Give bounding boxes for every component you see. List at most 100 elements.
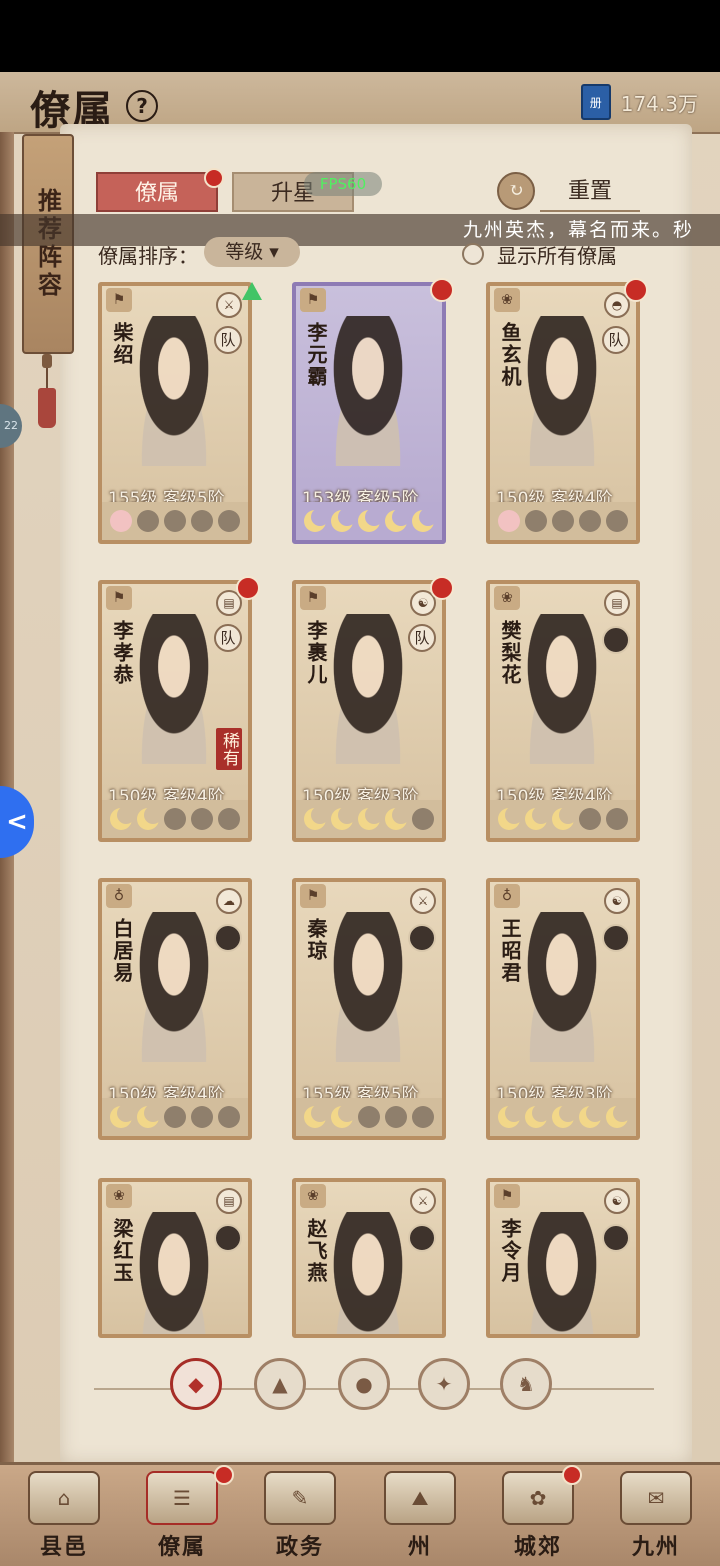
retainer-card[interactable]: ⚑ ▤ 队 稀有 李孝恭 150级 客级4阶 (98, 580, 252, 842)
faction-icon: ⚑ (300, 884, 326, 908)
moon-icon (578, 1104, 604, 1128)
retainer-name: 赵飞燕 (304, 1218, 328, 1284)
help-icon[interactable]: ? (126, 90, 158, 122)
star-moons (490, 800, 636, 838)
cloud-icon: ☁ (216, 888, 242, 914)
show-all-radio[interactable] (462, 243, 484, 265)
retainer-name: 柴绍 (110, 322, 134, 366)
moon-icon (357, 806, 383, 830)
retainer-name: 李令月 (498, 1218, 522, 1284)
retainer-name: 鱼玄机 (498, 322, 522, 388)
moon-icon (605, 1104, 631, 1128)
retainer-name: 樊梨花 (498, 620, 522, 686)
map-scroll-icon: ✉ (620, 1471, 692, 1525)
book-icon: ▤ (216, 1188, 242, 1214)
retainer-name: 李裹儿 (304, 620, 328, 686)
notification-dot (624, 278, 648, 302)
retainer-card[interactable]: ❀ ▤ 梁红玉 (98, 1178, 252, 1338)
reset-icon[interactable]: ↻ (497, 172, 535, 210)
portrait-image (318, 316, 418, 466)
faction-icon: ⚑ (106, 288, 132, 312)
currency-value: 174.3万 (620, 91, 698, 116)
moon-icon (384, 508, 410, 532)
tassel-icon (36, 354, 58, 434)
moon-icon (498, 806, 524, 830)
sort-dropdown[interactable]: 等级 ▾ (204, 237, 300, 267)
portrait-image (512, 316, 612, 466)
portrait-image (318, 614, 418, 764)
filter-horse-icon[interactable]: ♞ (500, 1358, 552, 1410)
partner-avatar (408, 1224, 436, 1252)
faction-icon: ⚑ (494, 1184, 520, 1208)
moon-icon (137, 806, 163, 830)
show-all-label[interactable]: 显示所有僚属 (497, 240, 617, 269)
moon-icon (304, 508, 330, 532)
bottom-navigation: ⌂ 县邑 ☰ 僚属 ✎ 政务 ⛰ 州 ✿ 城郊 ✉ 九州 (0, 1462, 720, 1566)
nav-retainers[interactable]: ☰ 僚属 (132, 1471, 232, 1561)
notification-dot (204, 168, 224, 188)
retainer-card[interactable]: ⚑ ☯ 队 李裹儿 150级 客级3阶 (292, 580, 446, 842)
nav-label: 州 (407, 1534, 432, 1560)
nav-affairs[interactable]: ✎ 政务 (250, 1471, 350, 1561)
retainer-name: 李元霸 (304, 322, 328, 388)
rare-badge: 稀有 (216, 728, 242, 770)
moon-icon (217, 510, 240, 532)
moon-icon (217, 1106, 240, 1128)
filter-gourd-icon[interactable]: ● (338, 1358, 390, 1410)
star-moons (490, 1098, 636, 1136)
app-root: 僚属 ? 册 174.3万 22 < 推荐阵容 僚属 升星 FPS60 ↻ 重置… (0, 72, 720, 1566)
moon-icon (525, 806, 551, 830)
fan-icon: ❀ (106, 1184, 132, 1208)
moon-icon (190, 1106, 213, 1128)
notification-dot (430, 576, 454, 600)
star-moons (102, 1098, 248, 1136)
fps-counter: FPS60 (304, 172, 382, 196)
city-gate-icon: ⌂ (28, 1471, 100, 1525)
retainer-card[interactable]: ♁ ☁ 白居易 150级 客级4阶 (98, 878, 252, 1140)
portrait-image (318, 1212, 418, 1334)
star-moons (102, 800, 248, 838)
portrait-image (124, 316, 224, 466)
moon-icon (411, 1106, 434, 1128)
nav-label: 城郊 (513, 1534, 562, 1560)
moon-icon (331, 806, 357, 830)
team-badge: 队 (214, 326, 242, 354)
filter-fan-icon[interactable]: ✦ (418, 1358, 470, 1410)
retainer-card[interactable]: ⚑ ☯ 李令月 (486, 1178, 640, 1338)
sword-icon: ⚔ (410, 1188, 436, 1214)
tab-retainers[interactable]: 僚属 (96, 172, 218, 212)
retainer-card[interactable]: ⚑ ⚔ 队 柴绍 155级 客级5阶 (98, 282, 252, 544)
nav-nine-provinces[interactable]: ✉ 九州 (606, 1471, 706, 1561)
nav-county[interactable]: ⌂ 县邑 (14, 1471, 114, 1561)
portrait-image (124, 614, 224, 764)
team-badge: 队 (602, 326, 630, 354)
nav-province[interactable]: ⛰ 州 (370, 1471, 470, 1561)
nav-label: 九州 (631, 1534, 680, 1560)
retainer-card[interactable]: ⚑ 李元霸 153级 客级5阶 (292, 282, 446, 544)
faction-icon: ⚑ (300, 288, 326, 312)
notification-dot (430, 278, 454, 302)
partner-avatar (602, 626, 630, 654)
faction-icon: ⚑ (300, 586, 326, 610)
floating-assistant-button[interactable]: < (0, 786, 34, 858)
moon-icon (411, 808, 434, 830)
retainer-card[interactable]: ♁ ☯ 王昭君 150级 客级3阶 (486, 878, 640, 1140)
moon-icon (110, 806, 136, 830)
notification-dot (236, 576, 260, 600)
sword-icon: ⚔ (216, 292, 242, 318)
retainer-card[interactable]: ❀ ⚔ 赵飞燕 (292, 1178, 446, 1338)
filter-faction-icon[interactable]: ▲ (254, 1358, 306, 1410)
filter-all-icon[interactable]: ◆ (170, 1358, 222, 1410)
moon-icon (217, 808, 240, 830)
notification-dot (562, 1465, 582, 1485)
reset-button[interactable]: 重置 (540, 174, 640, 212)
retainer-card[interactable]: ❀ ▤ 樊梨花 150级 客级4阶 (486, 580, 640, 842)
portrait-image (512, 1212, 612, 1334)
retainer-card[interactable]: ❀ ◓ 队 鱼玄机 150级 客级4阶 (486, 282, 640, 544)
nav-label: 政务 (275, 1534, 324, 1560)
moon-icon (163, 808, 186, 830)
side-collapse-tab[interactable]: 22 (0, 404, 22, 448)
retainer-card[interactable]: ⚑ ⚔ 秦琼 155级 客级5阶 (292, 878, 446, 1140)
currency-display[interactable]: 册 174.3万 (580, 84, 698, 120)
retainer-name: 秦琼 (304, 918, 328, 962)
